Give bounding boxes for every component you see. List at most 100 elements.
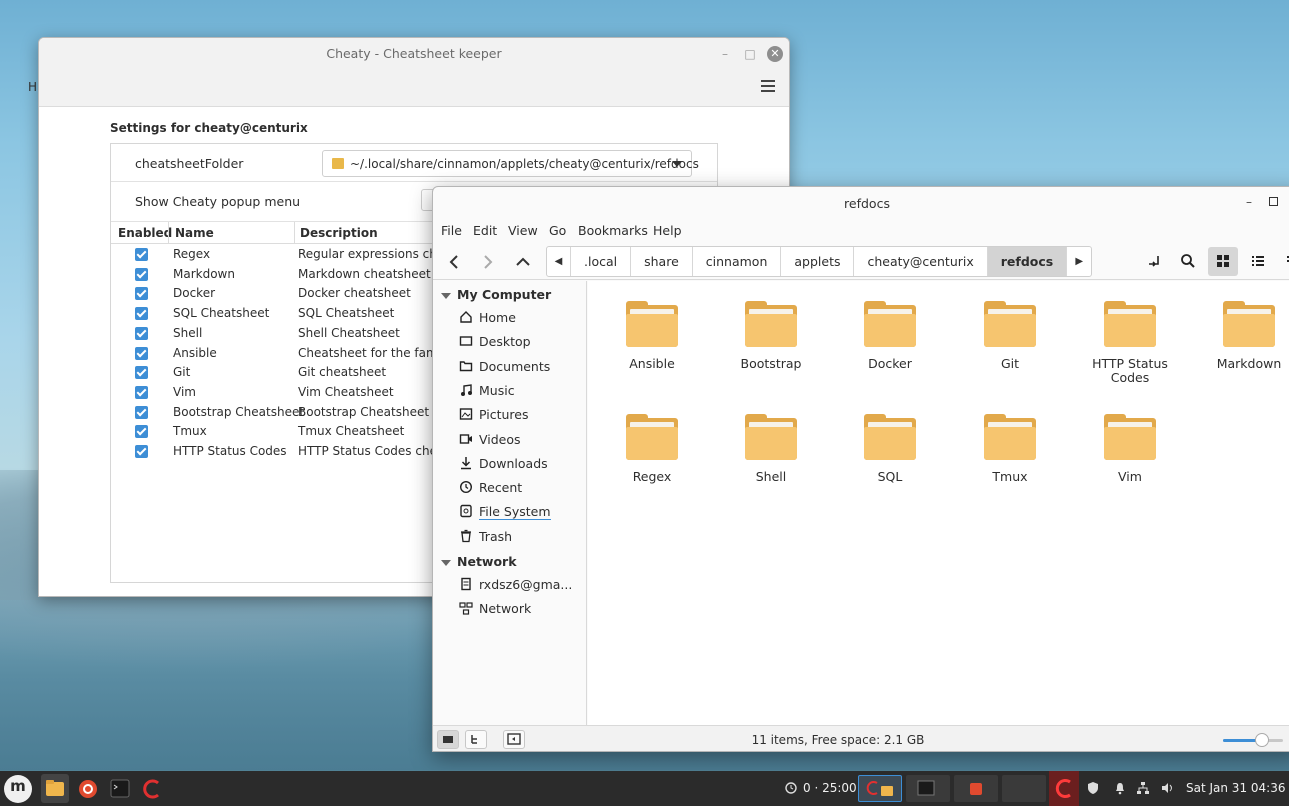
clock[interactable]: Sat Jan 31 04:36 (1186, 781, 1285, 795)
maximize-button[interactable]: □ (742, 46, 758, 62)
sidebar-item-trash[interactable]: Trash (459, 529, 512, 544)
folder-item[interactable]: Shell (721, 414, 821, 484)
window-thumb-terminal[interactable] (906, 775, 950, 802)
sidebar-header-my-computer[interactable]: My Computer (441, 287, 551, 302)
maximize-button[interactable] (1269, 197, 1278, 206)
icon-view-button[interactable] (1208, 247, 1238, 276)
shield-icon[interactable] (1086, 781, 1100, 795)
cheaty-launcher[interactable] (138, 774, 166, 803)
window-thumb-empty[interactable] (1002, 775, 1046, 802)
sidebar-item-rxdsz6-gma-[interactable]: rxdsz6@gma... (459, 577, 572, 592)
sidebar-item-label: Documents (479, 358, 551, 374)
sidebar-item-network[interactable]: Network (459, 601, 531, 616)
drive-icon (461, 577, 471, 591)
cheaty-applet[interactable] (1049, 771, 1079, 806)
sidebar-item-label: Music (479, 382, 515, 398)
column-description[interactable]: Description (300, 226, 378, 240)
zoom-slider[interactable] (1223, 733, 1283, 747)
menu-file[interactable]: File (441, 223, 462, 238)
compact-view-button[interactable] (1278, 247, 1289, 276)
cheatsheet-name: HTTP Status Codes (173, 444, 287, 458)
folder-item[interactable]: Vim (1080, 414, 1180, 484)
sidebar-item-music[interactable]: Music (459, 383, 515, 398)
software-window-icon (970, 783, 982, 795)
list-view-button[interactable] (1243, 247, 1273, 276)
sidebar-item-recent[interactable]: Recent (459, 480, 522, 495)
hamburger-menu-icon[interactable] (761, 80, 775, 92)
folder-item[interactable]: Markdown (1199, 301, 1289, 371)
menu-help[interactable]: Help (653, 223, 682, 238)
terminal-launcher[interactable] (106, 774, 134, 803)
enabled-checkbox[interactable] (135, 366, 148, 380)
menu-go[interactable]: Go (549, 223, 566, 238)
enabled-checkbox[interactable] (135, 267, 148, 281)
folder-item[interactable]: Tmux (960, 414, 1060, 484)
enabled-checkbox[interactable] (135, 385, 148, 399)
sidebar-item-file-system[interactable]: File System (459, 504, 551, 521)
sidebar-item-label: Downloads (479, 455, 548, 471)
breadcrumb-cinnamon[interactable]: cinnamon (693, 247, 782, 276)
close-button[interactable]: ✕ (767, 46, 783, 62)
menu-bookmarks[interactable]: Bookmarks (578, 223, 648, 238)
breadcrumb-share[interactable]: share (631, 247, 693, 276)
folder-item[interactable]: HTTP Status Codes (1080, 301, 1180, 385)
enabled-checkbox[interactable] (135, 287, 148, 301)
network-icon[interactable] (1136, 781, 1150, 795)
enabled-checkbox[interactable] (135, 248, 148, 261)
pomodoro-timer[interactable]: 0 · 25:00 (803, 781, 857, 795)
open-terminal-button[interactable] (1139, 247, 1169, 276)
folder-item[interactable]: Regex (602, 414, 702, 484)
folder-item[interactable]: Git (960, 301, 1060, 371)
enabled-checkbox[interactable] (135, 445, 148, 458)
enabled-checkbox[interactable] (135, 405, 148, 419)
column-name[interactable]: Name (175, 226, 214, 240)
enabled-checkbox[interactable] (135, 425, 148, 439)
menu-button-mint-icon[interactable] (4, 775, 32, 803)
sidebar-item-videos[interactable]: Videos (459, 432, 521, 447)
breadcrumb-refdocs[interactable]: refdocs (987, 247, 1068, 276)
minimize-button[interactable]: – (1246, 196, 1256, 208)
zoom-slider-handle[interactable] (1255, 733, 1269, 747)
breadcrumb-right-arrow[interactable]: ▶ (1067, 247, 1091, 276)
breadcrumb-left-arrow[interactable]: ◀ (547, 247, 571, 276)
sidebar-item-pictures[interactable]: Pictures (459, 407, 529, 422)
enabled-checkbox[interactable] (135, 307, 148, 321)
back-button[interactable] (444, 252, 464, 272)
folder-item[interactable]: Docker (840, 301, 940, 371)
minimize-button[interactable]: – (717, 46, 733, 62)
volume-icon[interactable] (1160, 781, 1174, 795)
sidebar-item-desktop[interactable]: Desktop (459, 334, 531, 349)
cheaty-titlebar[interactable]: Cheaty - Cheatsheet keeper – □ ✕ (39, 38, 789, 107)
file-grid: Ansible Bootstrap Docker Git HTTP Status Cod… (588, 281, 1289, 725)
timer-icon[interactable] (784, 781, 798, 795)
cheatsheet-name: Docker (173, 286, 216, 301)
folder-name: Ansible (629, 356, 675, 371)
menu-view[interactable]: View (508, 223, 538, 238)
menubar: File Edit View Go Bookmarks Help (433, 222, 1289, 244)
up-button[interactable] (513, 252, 533, 272)
enabled-checkbox[interactable] (135, 346, 148, 360)
breadcrumb-local[interactable]: .local (571, 247, 632, 276)
window-thumb-software[interactable] (954, 775, 998, 802)
folder-item[interactable]: Bootstrap (721, 301, 821, 371)
breadcrumb-applets[interactable]: applets (781, 247, 855, 276)
notifications-icon[interactable] (1113, 781, 1127, 795)
cheatsheet-name: Git (173, 365, 191, 380)
sidebar-item-home[interactable]: Home (459, 310, 516, 325)
forward-button[interactable] (478, 252, 498, 272)
window-thumb-files[interactable] (858, 775, 902, 802)
menu-edit[interactable]: Edit (473, 223, 497, 238)
files-launcher[interactable] (41, 774, 69, 803)
enabled-checkbox[interactable] (135, 326, 148, 340)
sidebar: My Computer Home Desktop Documents Music Pic… (433, 281, 587, 725)
folder-item[interactable]: Ansible (602, 301, 702, 371)
sidebar-item-documents[interactable]: Documents (459, 359, 550, 374)
breadcrumb-cheaty[interactable]: cheaty@centurix (854, 247, 988, 276)
sidebar-item-downloads[interactable]: Downloads (459, 456, 548, 471)
software-launcher[interactable] (74, 774, 102, 803)
column-enabled[interactable]: Enabled (118, 226, 172, 240)
sidebar-header-network[interactable]: Network (441, 554, 517, 569)
folder-item[interactable]: SQL (840, 414, 940, 484)
search-button[interactable] (1173, 247, 1203, 276)
folder-chooser-button[interactable]: ~/.local/share/cinnamon/applets/cheaty@c… (322, 150, 699, 177)
